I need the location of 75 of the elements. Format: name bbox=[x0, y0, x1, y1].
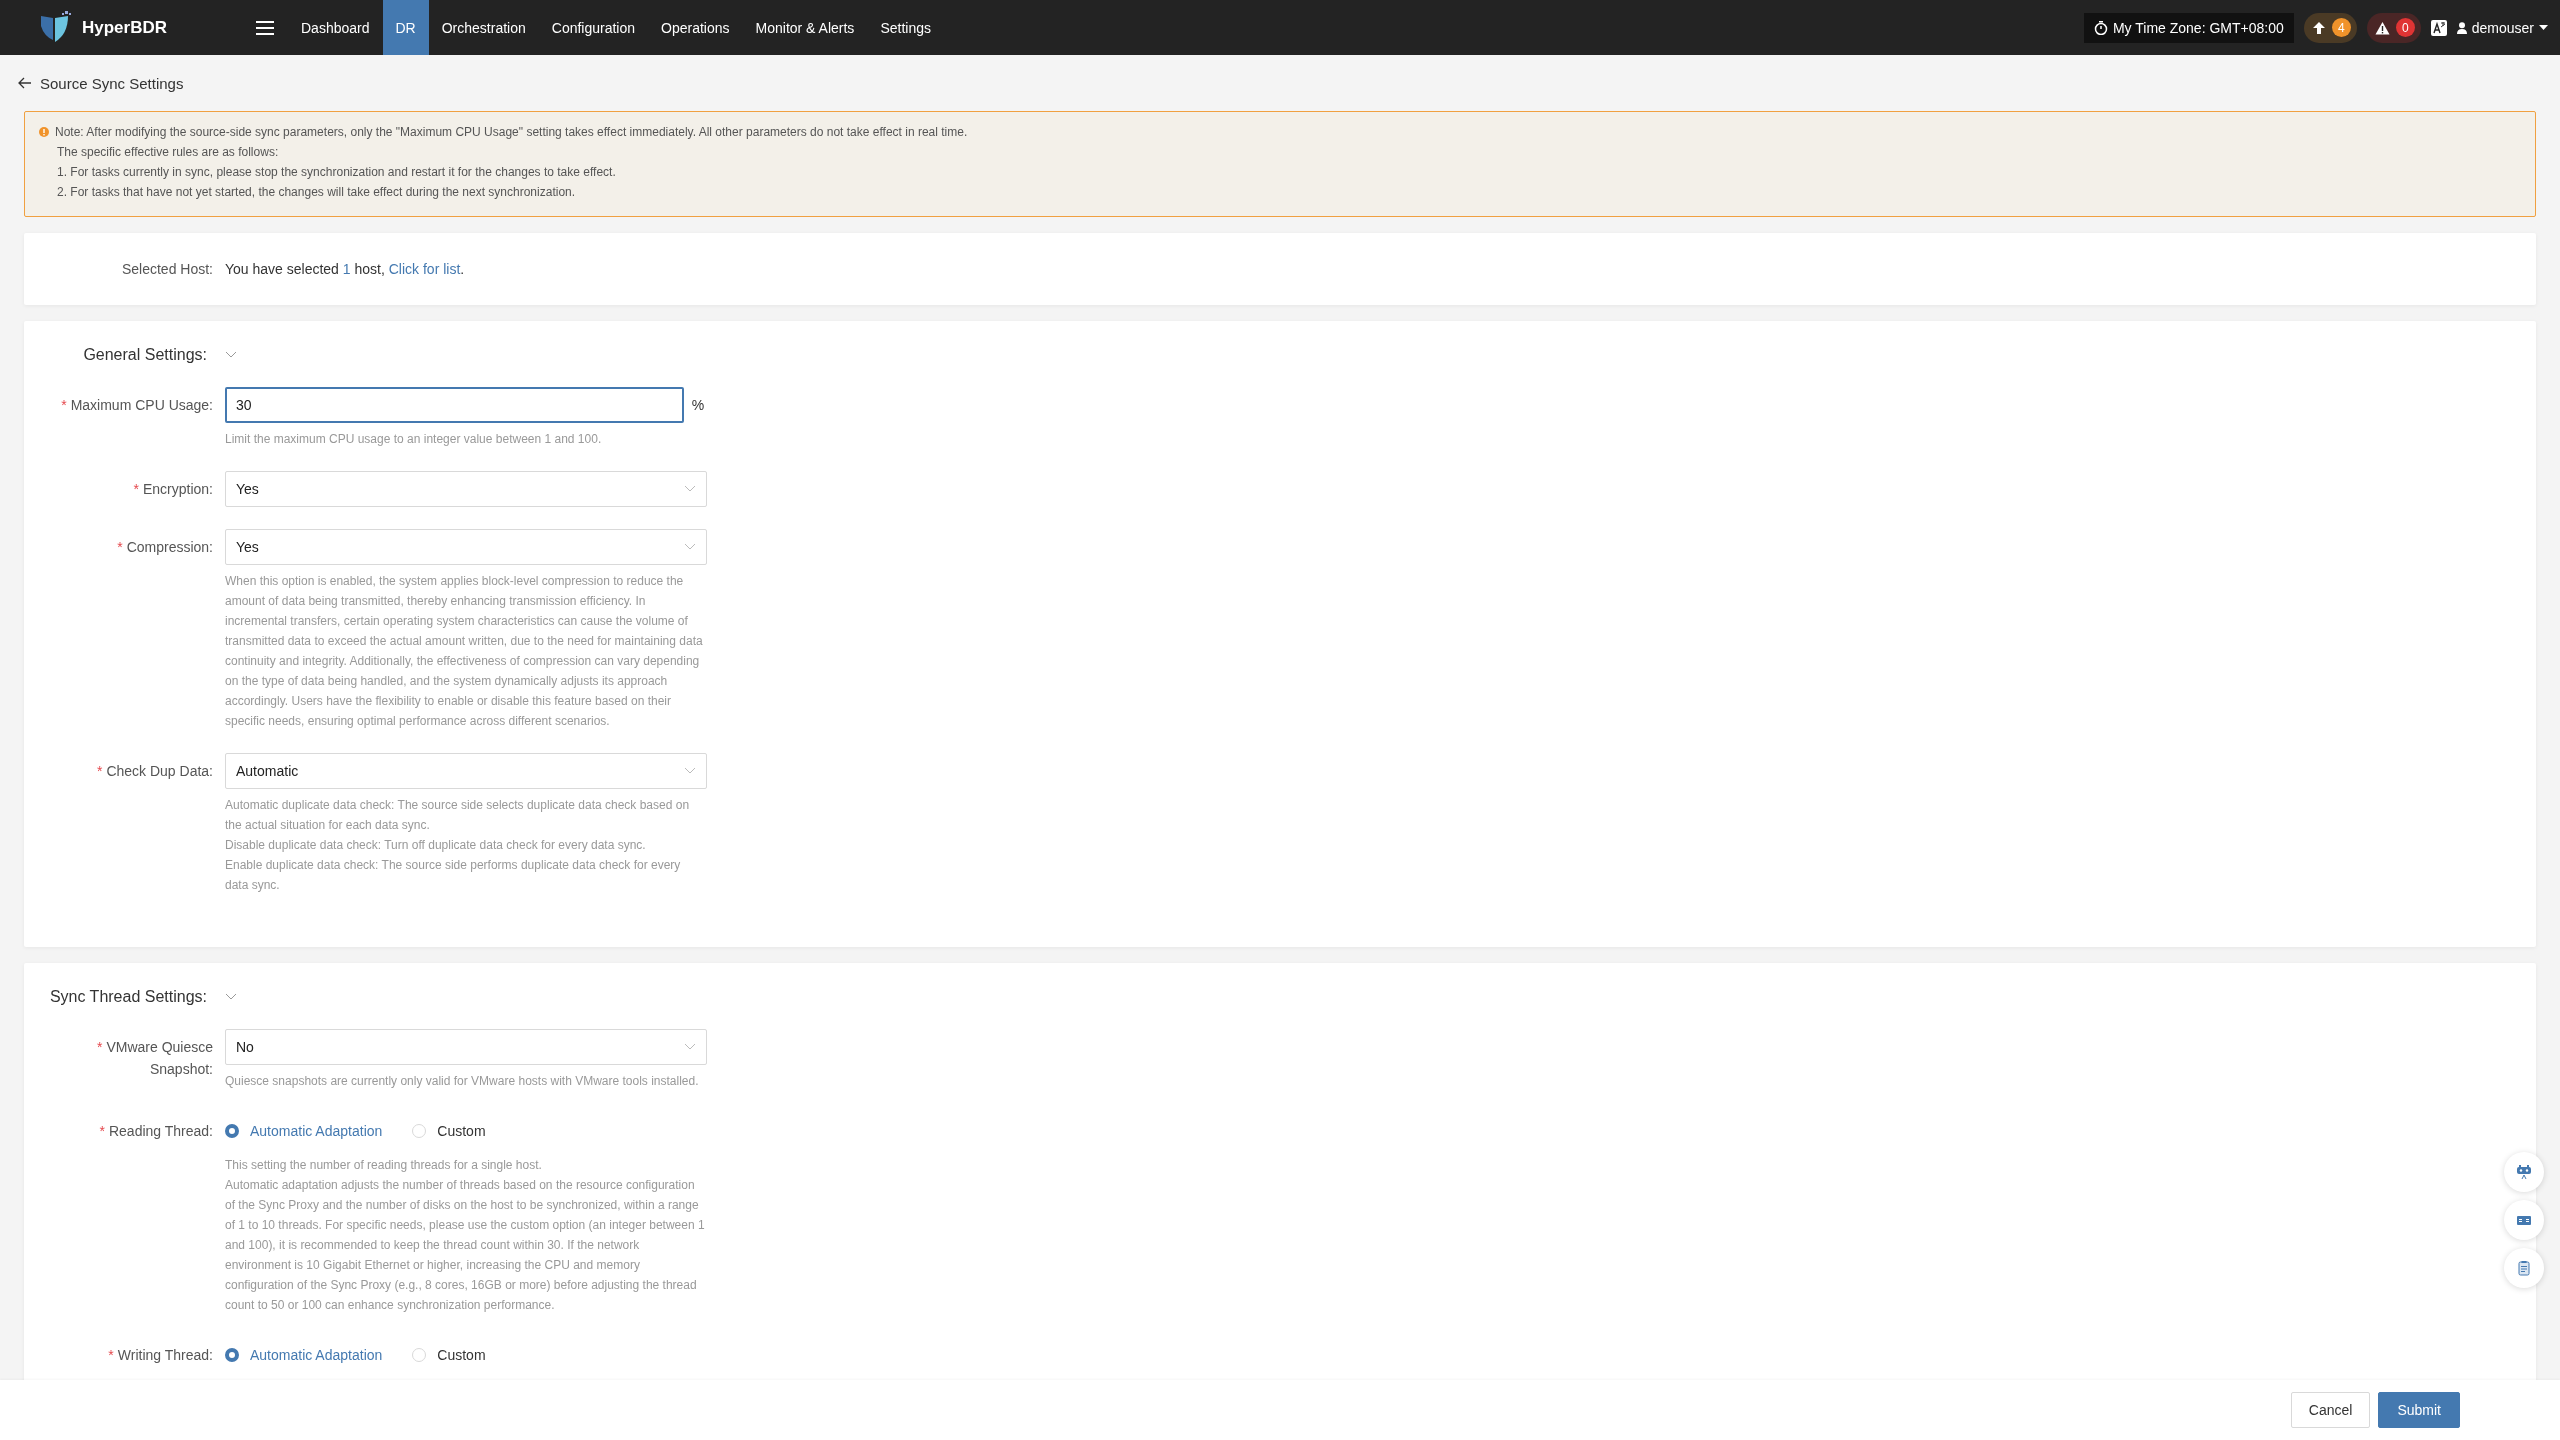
nav-tab[interactable]: Monitor & Alerts bbox=[742, 0, 868, 55]
page-title: Source Sync Settings bbox=[40, 74, 184, 92]
timezone-label: My Time Zone: GMT+08:00 bbox=[2112, 19, 2284, 36]
translate-icon[interactable] bbox=[2430, 19, 2447, 36]
required-mark: * bbox=[96, 1039, 103, 1055]
radio-option[interactable]: Automatic Adaptation bbox=[225, 1123, 383, 1139]
menu-icon[interactable] bbox=[256, 19, 274, 36]
help-text: Disable duplicate data check: Turn off duplicate data check for every data sync. bbox=[225, 837, 647, 854]
required-mark: * bbox=[99, 1123, 105, 1139]
help-text: Quiesce snapshots are currently only valid for VMware hosts with VMware tools installed. bbox=[225, 1073, 700, 1090]
radio-option[interactable]: Automatic Adaptation bbox=[225, 1347, 383, 1363]
brand-name: HyperBDR bbox=[82, 17, 168, 38]
help-text: Enable duplicate data check: The source side performs duplicate data check for every data sync. bbox=[225, 857, 682, 894]
nav-tab[interactable]: Orchestration bbox=[428, 0, 539, 55]
required-mark: * bbox=[96, 763, 103, 779]
nav-tab[interactable]: Configuration bbox=[538, 0, 649, 55]
chevron-icon[interactable] bbox=[225, 993, 237, 1001]
alert-indicator[interactable]: 0 bbox=[2366, 12, 2421, 43]
chevron-icon[interactable] bbox=[225, 351, 237, 359]
cancel-button[interactable]: Cancel bbox=[2290, 1392, 2371, 1428]
nav-tab[interactable]: Operations bbox=[648, 0, 743, 55]
help-text: This setting the number of reading threads for a single host. bbox=[225, 1157, 543, 1174]
dropdown-field[interactable]: Yes bbox=[225, 471, 707, 507]
help-text: When this option is enabled, the system applies block-level compression to reduce the amount of data being transmitted, thereby enhancing transmission efficiency. In incremental transfers, certain operating system characteristics can cause the volume of transmitted data to exceed the actual amount written, due to the need for maintaining data continuity and integrity. Additionally, the effectiveness of compression can vary depending on the type of data being handled, and the system dynamically adjusts its approach accordingly. Users have the flexibility to enable or disable this feature based on their specific needs, ensuring optimal performance across different scenarios. bbox=[225, 573, 704, 730]
field-label: * Maximum CPU Usage: bbox=[60, 396, 214, 415]
back-arrow-icon[interactable] bbox=[18, 77, 32, 89]
notice-text: 1. For tasks currently in sync, please stop the synchronization and restart it for the changes to take effect. bbox=[57, 164, 617, 181]
host-summary: You have selected 1 host, Click for list. bbox=[225, 261, 465, 277]
required-mark: * bbox=[117, 539, 123, 555]
nav-tab[interactable]: DR bbox=[382, 0, 429, 55]
radio-option[interactable]: Custom bbox=[412, 1347, 486, 1363]
submit-button[interactable]: Submit bbox=[2378, 1392, 2460, 1428]
notice-text: The specific effective rules are as follows: bbox=[57, 144, 280, 161]
user-icon bbox=[2456, 21, 2467, 34]
dropdown-field[interactable]: Yes bbox=[225, 529, 707, 565]
caret-icon bbox=[2539, 24, 2548, 31]
help-text: Automatic adaptation adjusts the number of threads based on the resource configuration of the Sync Proxy and the number of disks on the host to be synchronized, within a range of 1 to 10 threads. For specific needs, please use the custom option (an integer between 1 and 100), it is recommended to keep the thread count within 30. If the network environment is 10 Gigabit Ethernet or higher, increasing the CPU and memory configuration of the Sync Proxy (e.g., 8 cores, 16GB or more) before adjusting the thread count to 50 or 100 can enhance synchronization performance. bbox=[225, 1177, 706, 1314]
clock-icon bbox=[2093, 20, 2108, 35]
notice-text: Note: After modifying the source-side sync parameters, only the "Maximum CPU Usage" setting takes effect immediately. All other parameters do not take effect in real time. bbox=[55, 124, 968, 141]
warning-icon bbox=[2374, 20, 2390, 35]
required-mark: * bbox=[61, 397, 67, 413]
required-mark: * bbox=[108, 1347, 114, 1363]
field-label: * VMware Quiesce Snapshot: bbox=[95, 1038, 214, 1079]
robot-icon bbox=[2516, 1164, 2532, 1180]
user-menu[interactable]: demouser bbox=[2456, 19, 2548, 36]
chevron-down-icon bbox=[684, 767, 696, 775]
clipboard-icon bbox=[2516, 1260, 2532, 1276]
number-field[interactable]: 30 bbox=[225, 387, 684, 423]
field-label: * Writing Thread: bbox=[107, 1346, 214, 1365]
dropdown-field[interactable]: No bbox=[225, 1029, 707, 1065]
radio-option[interactable]: Custom bbox=[412, 1123, 486, 1139]
help-text: Automatic duplicate data check: The source side selects duplicate data check based on the actual situation for each data sync. bbox=[225, 797, 691, 834]
nav-tab[interactable]: Dashboard bbox=[288, 0, 383, 55]
field-label: * Encryption: bbox=[132, 480, 214, 499]
field-label: * Check Dup Data: bbox=[95, 762, 214, 781]
notice-text: 2. For tasks that have not yet started, the changes will take effect during the next synchronization. bbox=[57, 184, 577, 201]
timezone-badge[interactable]: My Time Zone: GMT+08:00 bbox=[2083, 12, 2294, 43]
alert-count: 0 bbox=[2395, 18, 2415, 37]
chevron-down-icon bbox=[684, 485, 696, 493]
required-mark: * bbox=[133, 481, 139, 497]
user-name: demouser bbox=[2471, 19, 2534, 36]
chevron-down-icon bbox=[684, 543, 696, 551]
field-label: Selected Host: bbox=[120, 261, 214, 277]
nav-tab[interactable]: Settings bbox=[867, 0, 944, 55]
arrow-up-icon bbox=[2311, 20, 2326, 35]
dropdown-field[interactable]: Automatic bbox=[225, 753, 707, 789]
chevron-down-icon bbox=[684, 1043, 696, 1051]
section-title: General Settings: bbox=[82, 346, 208, 364]
field-label: * Compression: bbox=[116, 538, 214, 557]
section-title: Sync Thread Settings: bbox=[48, 988, 208, 1006]
field-label: * Reading Thread: bbox=[98, 1122, 214, 1141]
help-text: Limit the maximum CPU usage to an integer value between 1 and 100. bbox=[225, 431, 603, 448]
upload-count: 4 bbox=[2331, 18, 2351, 37]
info-icon bbox=[39, 127, 49, 137]
unit-label: % bbox=[691, 397, 706, 413]
